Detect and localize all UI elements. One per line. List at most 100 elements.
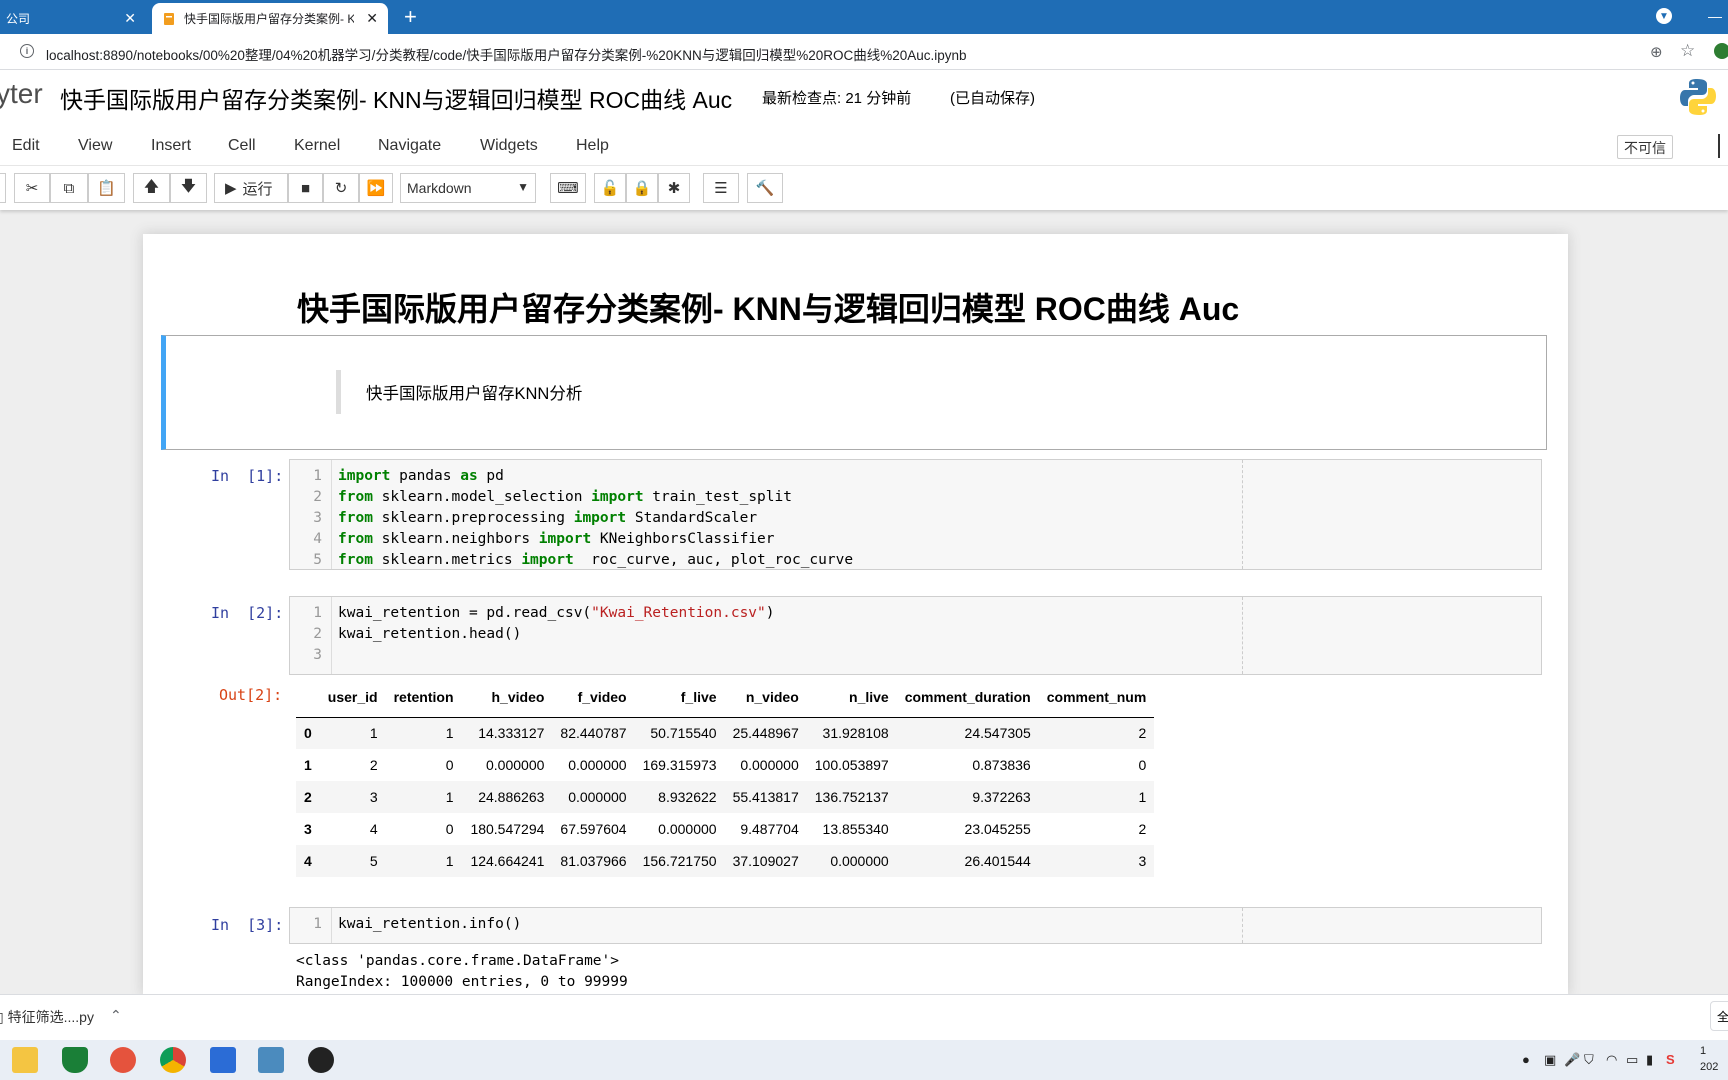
toc-button[interactable]: ☰ xyxy=(703,173,739,203)
code-line: 1 kwai_retention = pd.read_csv("Kwai_Rete… xyxy=(313,605,775,621)
blockquote: 快手国际版用户留存KNN分析 xyxy=(336,370,582,414)
menu-widgets[interactable]: Widgets xyxy=(480,137,538,155)
table-row: 0 1 1 14.333127 82.440787 50.715540 25.448967 3… xyxy=(296,717,1155,749)
tray-app2-icon[interactable]: ▣ xyxy=(1544,1052,1556,1068)
extension-icon[interactable] xyxy=(1714,43,1728,59)
zoom-icon[interactable]: ⊕ xyxy=(1650,43,1663,61)
table-cell: 0.000000 xyxy=(740,757,799,773)
code-cell[interactable]: 1 kwai_retention.info() xyxy=(289,907,1542,944)
code-line: 1 kwai_retention.info() xyxy=(313,916,522,932)
markdown-cell-selected[interactable]: 快手国际版用户留存KNN分析 xyxy=(161,335,1547,450)
unlock-icon: 🔓 xyxy=(600,180,620,197)
obs-icon[interactable] xyxy=(308,1047,334,1073)
run-button[interactable]: ▶ 运行 xyxy=(214,173,288,203)
gavel-button[interactable]: 🔨 xyxy=(747,173,783,203)
browser-tab-active[interactable]: 快手国际版用户留存分类案例- K ✕ xyxy=(152,3,388,34)
table-cell: 81.037966 xyxy=(560,853,627,869)
menu-edit[interactable]: Edit xyxy=(12,137,40,155)
code-line: 2 from sklearn.model_selection import tra… xyxy=(313,489,792,505)
code-cell[interactable]: 1 import pandas as pd 2 from sklearn.model… xyxy=(289,459,1542,570)
menu-navigate[interactable]: Navigate xyxy=(378,137,441,155)
new-tab-icon[interactable]: + xyxy=(404,4,417,30)
browser-tab-inactive[interactable]: 公司 ✕ xyxy=(0,3,146,34)
menu-cell[interactable]: Cell xyxy=(228,137,256,155)
download-item[interactable]: ▯ 特征筛选....py xyxy=(0,1007,94,1027)
file-explorer-icon[interactable] xyxy=(12,1047,38,1073)
notebook-title[interactable]: 快手国际版用户留存分类案例- KNN与逻辑回归模型 ROC曲线 Auc xyxy=(60,81,732,115)
close-icon[interactable]: ✕ xyxy=(366,10,378,27)
code-line: 2 kwai_retention.head() xyxy=(313,626,522,642)
shield-icon[interactable]: ⛉ xyxy=(1584,1052,1594,1068)
chrome-icon[interactable] xyxy=(160,1047,186,1073)
cell-type-select[interactable]: Markdown ▼ xyxy=(400,173,536,203)
command-palette-button[interactable]: ⌨ xyxy=(550,173,586,203)
asterisk-button[interactable]: ✱ xyxy=(658,173,690,203)
restart-button[interactable]: ↻ xyxy=(323,173,359,203)
table-row: 2 3 1 24.886263 0.000000 8.932622 55.413817 136… xyxy=(296,781,1155,813)
stdout-output: <class 'pandas.core.frame.DataFrame'> Ran… xyxy=(296,951,628,993)
table-cell: 9.372263 xyxy=(972,789,1031,805)
battery-icon[interactable]: ▮ xyxy=(1646,1052,1653,1068)
row-index: 1 xyxy=(304,757,312,773)
python-icon[interactable] xyxy=(258,1047,284,1073)
table-cell: 0.000000 xyxy=(486,757,545,773)
code-line: 3 xyxy=(313,647,322,663)
ime-icon[interactable]: S xyxy=(1666,1052,1675,1067)
table-row: 1 2 0 0.000000 0.000000 169.315973 0.000000 100… xyxy=(296,749,1154,781)
system-clock[interactable]: 1 202 xyxy=(1700,1043,1718,1075)
output-line: <class 'pandas.core.frame.DataFrame'> xyxy=(296,953,620,969)
clock-date: 202 xyxy=(1700,1061,1719,1073)
jupyter-header: yter 快手国际版用户留存分类案例- KNN与逻辑回归模型 ROC曲线 Auc… xyxy=(0,70,1728,126)
lock-button[interactable]: 🔒 xyxy=(626,173,658,203)
unlock-button[interactable]: 🔓 xyxy=(594,173,626,203)
url-field[interactable]: localhost:8890/notebooks/00%20整理/04%20机器… xyxy=(46,44,967,64)
copy-button[interactable]: ⧉ xyxy=(50,173,88,203)
security-shield-icon[interactable] xyxy=(62,1047,88,1073)
play-icon: ▶ xyxy=(225,180,237,197)
table-cell: 0.000000 xyxy=(830,853,889,869)
table-row: 3 4 0 180.547294 67.597604 0.000000 9.487704 13… xyxy=(296,813,1154,845)
paste-button[interactable]: 📋 xyxy=(88,173,125,203)
save-button[interactable] xyxy=(0,173,6,203)
menu-insert[interactable]: Insert xyxy=(151,137,191,155)
close-icon[interactable]: ✕ xyxy=(124,10,136,27)
minimize-icon[interactable]: — xyxy=(1708,8,1722,24)
code-cell[interactable]: 1 kwai_retention = pd.read_csv("Kwai_Rete… xyxy=(289,596,1542,675)
bookmark-star-icon[interactable]: ☆ xyxy=(1680,41,1695,61)
windows-taskbar: ● ▣ 🎤 ⛉ ◠ ▭ ▮ S 1 202 xyxy=(0,1040,1728,1080)
move-up-button[interactable]: 🡅 xyxy=(133,173,170,203)
chevron-up-icon[interactable]: ⌃ xyxy=(110,1007,122,1024)
table-header: retention xyxy=(385,677,462,718)
menu-view[interactable]: View xyxy=(78,137,112,155)
row-index: 3 xyxy=(304,821,312,837)
scissors-icon: ✂ xyxy=(25,180,39,197)
trust-button[interactable]: 不可信 xyxy=(1617,135,1673,159)
jupyter-logo[interactable]: yter xyxy=(0,78,43,110)
menu-help[interactable]: Help xyxy=(576,137,609,155)
tab-search-icon[interactable]: ▼ xyxy=(1656,8,1672,24)
cut-button[interactable]: ✂ xyxy=(14,173,50,203)
display-icon[interactable]: ▭ xyxy=(1626,1052,1638,1068)
table-cell: 0.000000 xyxy=(568,757,627,773)
mic-icon[interactable]: 🎤 xyxy=(1564,1052,1580,1068)
row-index: 2 xyxy=(304,789,312,805)
tray-app-icon[interactable]: ● xyxy=(1522,1052,1530,1067)
table-cell: 2 xyxy=(369,757,378,773)
chevron-down-icon: ▼ xyxy=(517,180,529,194)
site-info-icon[interactable]: i xyxy=(20,44,34,58)
arrow-up-icon: 🡅 xyxy=(143,177,160,195)
kernel-indicator xyxy=(1718,134,1720,158)
refresh-icon: ↻ xyxy=(334,180,348,197)
app-icon[interactable] xyxy=(110,1047,136,1073)
app-grid-icon[interactable] xyxy=(210,1047,236,1073)
move-down-button[interactable]: 🡇 xyxy=(170,173,207,203)
row-index: 4 xyxy=(304,853,312,869)
wifi-icon[interactable]: ◠ xyxy=(1606,1052,1617,1068)
interrupt-button[interactable]: ■ xyxy=(288,173,323,203)
table-cell: 23.045255 xyxy=(964,821,1031,837)
table-cell: 24.886263 xyxy=(478,789,545,805)
show-all-button[interactable]: 全 xyxy=(1710,1001,1728,1031)
table-cell: 37.109027 xyxy=(732,853,799,869)
menu-kernel[interactable]: Kernel xyxy=(294,137,340,155)
restart-run-all-button[interactable]: ⏩ xyxy=(359,173,393,203)
